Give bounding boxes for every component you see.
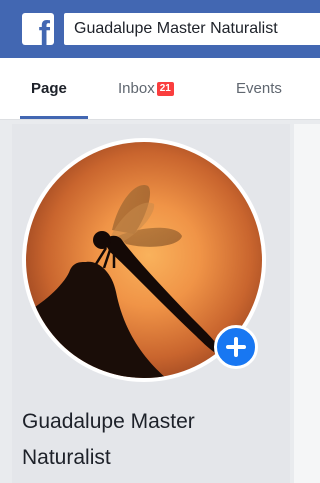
tab-inbox[interactable]: Inbox 21 <box>118 80 174 98</box>
content-panel <box>294 124 320 483</box>
search-input[interactable]: Guadalupe Master Naturalist <box>64 13 320 45</box>
tab-page-label: Page <box>31 80 67 97</box>
tab-events[interactable]: Events <box>236 80 282 98</box>
tab-inbox-label: Inbox <box>118 80 155 97</box>
plus-icon[interactable] <box>214 325 258 369</box>
page-tabs: Page Inbox 21 Events <box>0 58 320 120</box>
tab-page[interactable]: Page <box>31 80 67 98</box>
logo-letter: f <box>38 15 50 45</box>
inbox-count-badge: 21 <box>156 82 174 96</box>
facebook-logo-icon[interactable]: f <box>22 13 54 45</box>
top-navigation-bar: f Guadalupe Master Naturalist <box>0 0 320 58</box>
page-title: Guadalupe Master Naturalist <box>22 410 195 469</box>
tab-events-label: Events <box>236 80 282 97</box>
active-tab-indicator <box>20 116 88 119</box>
